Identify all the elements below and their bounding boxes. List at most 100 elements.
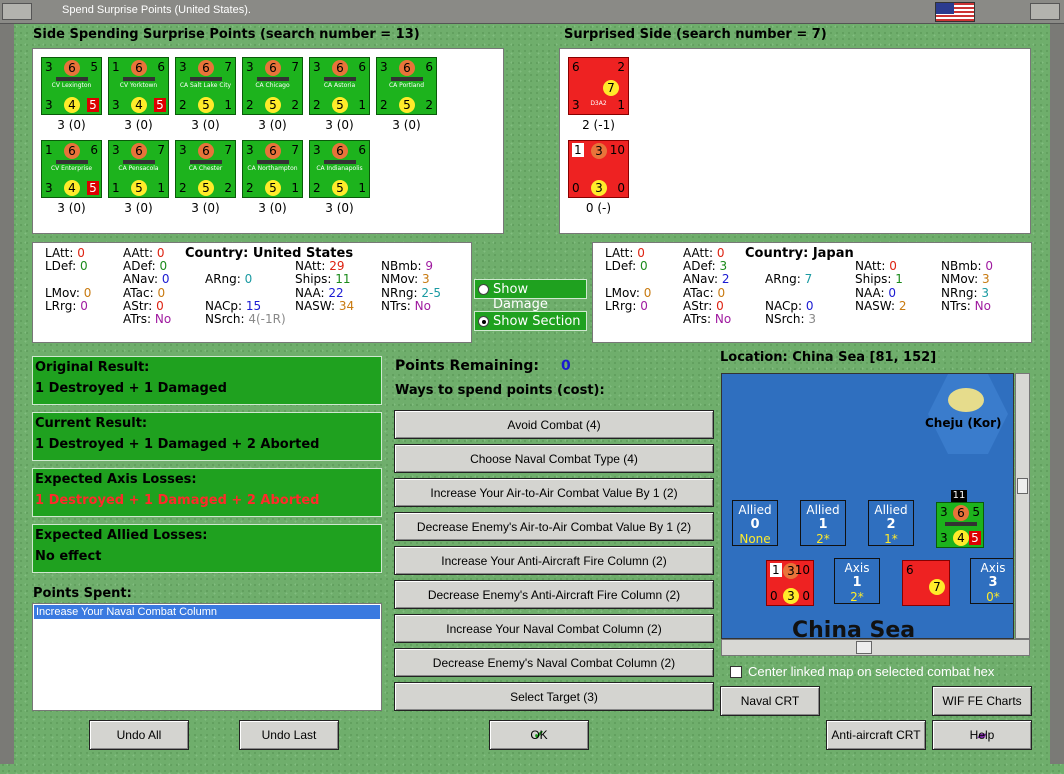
counter-value: 6 (425, 60, 433, 74)
counter-value: 3 (246, 143, 254, 157)
stat-latt: LAtt: 0 (45, 246, 85, 260)
unit-counter[interactable]: 3 7 2 6 CA Chicago 5 2 (242, 57, 303, 115)
spend-option-button[interactable]: Select Target (3) (394, 682, 714, 711)
spend-option-button[interactable]: Decrease Enemy's Naval Combat Column (2) (394, 648, 714, 677)
points-spent-item[interactable]: Increase Your Naval Combat Column (34, 605, 380, 619)
unit-counter[interactable]: 3 6 2 6 CA Astoria 5 1 (309, 57, 370, 115)
ok-button[interactable]: ✔ OK (489, 720, 589, 750)
window-close-button[interactable] (1030, 3, 1060, 20)
stat-label: LAtt: (605, 246, 634, 260)
map-horizontal-scrollbar[interactable] (721, 639, 1030, 656)
show-section-radio[interactable]: Show Section (474, 311, 587, 331)
unit-counter[interactable]: 1 6 3 6 CV Enterprise 4 5 (41, 140, 102, 198)
unit-counter[interactable]: 3 5 3 6 CV Lexington 4 5 (41, 57, 102, 115)
points-spent-list[interactable]: Increase Your Naval Combat Column (32, 603, 382, 711)
stat-value: No (154, 312, 172, 326)
side-spending-header: Side Spending Surprise Points (search nu… (33, 27, 420, 42)
spend-option-button[interactable]: Increase Your Anti-Aircraft Fire Column … (394, 546, 714, 575)
stat-value: 3 (808, 312, 816, 326)
stat-value: 0 (157, 285, 166, 300)
naval-crt-button[interactable]: Naval CRT (720, 686, 820, 716)
stat-value: 2 (898, 298, 907, 313)
axis-combat-box[interactable]: Axis 1 2* (834, 558, 880, 604)
allied-combat-box[interactable]: Allied 2 1* (868, 500, 914, 546)
spend-option-button[interactable]: Avoid Combat (4) (394, 410, 714, 439)
axis-losses-value: 1 Destroyed + 1 Damaged + 2 Aborted (35, 493, 320, 508)
unit-counter[interactable]: 3 7 1 6 CA Pensacola 5 1 (108, 140, 169, 198)
title-bar: Spend Surprise Points (United States). (0, 0, 1064, 24)
anti-aircraft-crt-button[interactable]: Anti-aircraft CRT (826, 720, 926, 750)
enemy-unit-counter[interactable]: 1 10 3 0 3 0 (568, 140, 629, 198)
map-jp-air-counter[interactable]: 67 (902, 560, 950, 606)
map-jp-ship-counter[interactable]: 1 3 10 030 (766, 560, 814, 606)
spend-option-button[interactable]: Choose Naval Combat Type (4) (394, 444, 714, 473)
stat-atac: ATac: 0 (123, 286, 165, 300)
unit-counter[interactable]: 3 7 2 6 CA Northampton 5 1 (242, 140, 303, 198)
spend-option-button[interactable]: Decrease Enemy's Anti-Aircraft Fire Colu… (394, 580, 714, 609)
counter-value: 7 (157, 143, 165, 157)
stat-value: No (974, 298, 991, 313)
stat-lrrg: LRrg: 0 (45, 299, 88, 313)
map-us-stack-counter[interactable]: 365 345 (936, 502, 984, 548)
counter-attack-circle: 6 (265, 143, 281, 159)
hex-name: Cheju (Kor) (925, 416, 1002, 430)
counter-unit-name: CA Indianapolis (316, 165, 363, 172)
counter-move-circle: 4 (64, 97, 80, 113)
stat-label: NMov: (381, 272, 419, 287)
counter-unit-name: CV Yorktown (119, 82, 158, 89)
map-vertical-scrollbar[interactable] (1015, 373, 1030, 639)
unit-counter[interactable]: 3 6 2 6 CA Portland 5 2 (376, 57, 437, 115)
center-linked-checkbox[interactable] (730, 666, 742, 678)
stat-anav: ANav: 0 (123, 272, 170, 286)
counter-unit-name: CA Northampton (247, 165, 298, 172)
undo-all-button[interactable]: Undo All (89, 720, 189, 750)
window-title: Spend Surprise Points (United States). (62, 4, 251, 16)
counter-value: 6 (358, 60, 366, 74)
land-hex (928, 374, 1008, 454)
stat-value: 0 (637, 246, 645, 260)
unit-counter[interactable]: 3 6 2 6 CA Indianapolis 5 1 (309, 140, 370, 198)
stat-label: NTrs: (381, 298, 411, 313)
spend-option-button[interactable]: Increase Your Air-to-Air Combat Value By… (394, 478, 714, 507)
stat-label: LDef: (45, 259, 77, 274)
axis-combat-box[interactable]: Axis 3 0* (970, 558, 1013, 604)
stat-nmov: NMov: 3 (381, 272, 430, 286)
allied-combat-box[interactable]: Allied 0 None (732, 500, 778, 546)
enemy-unit-counter[interactable]: 6 2 D3A2 3 7 1 (568, 57, 629, 115)
stat-value: 0 (716, 246, 725, 260)
stat-value: 0 (985, 259, 994, 274)
counter-value: 0 (617, 181, 625, 195)
spend-option-label: Choose Naval Combat Type (4) (470, 451, 638, 466)
stat-lmov: LMov: 0 (45, 286, 91, 300)
show-damage-radio[interactable]: Show Damage (474, 279, 587, 312)
stat-value: 0 (77, 246, 85, 260)
show-section-label: Show Section (493, 314, 581, 329)
counter-points-label: 3 (0) (124, 118, 153, 132)
undo-last-button[interactable]: Undo Last (239, 720, 339, 750)
box-status: 1* (884, 532, 898, 546)
counter-points-label: 3 (0) (191, 201, 220, 215)
counter-points-label: 2 (-1) (582, 118, 615, 132)
spend-option-label: Increase Your Anti-Aircraft Fire Column … (441, 553, 667, 568)
window-menu-button[interactable] (2, 3, 32, 20)
stat-ldef: LDef: 0 (45, 259, 88, 273)
stat-value: 15 (245, 298, 262, 313)
stat-label: NTrs: (941, 298, 971, 313)
counter-value: 1 (112, 60, 120, 74)
spend-option-button[interactable]: Decrease Enemy's Air-to-Air Combat Value… (394, 512, 714, 541)
ship-silhouette-icon (123, 160, 155, 164)
counter-value: 2 (179, 98, 187, 112)
wif-fe-charts-button[interactable]: WIF FE Charts (932, 686, 1032, 716)
stat-naa: NAA: 0 (855, 286, 896, 300)
unit-counter[interactable]: 1 6 3 6 CV Yorktown 4 5 (108, 57, 169, 115)
allied-combat-box[interactable]: Allied 1 2* (800, 500, 846, 546)
counter-move-circle: 3 (591, 180, 607, 196)
stat-label: ANav: (683, 272, 719, 287)
spend-option-button[interactable]: Increase Your Naval Combat Column (2) (394, 614, 714, 643)
unit-counter[interactable]: 3 7 2 6 CA Salt Lake City 5 1 (175, 57, 236, 115)
unit-counter[interactable]: 3 7 2 6 CA Chester 5 2 (175, 140, 236, 198)
location-map[interactable]: Cheju (Kor) 365 345 11 1 3 10 030 67 China… (721, 373, 1014, 639)
help-button[interactable]: ▰ Help (932, 720, 1032, 750)
center-linked-checkbox-row[interactable]: Center linked map on selected combat hex (728, 662, 1031, 682)
spend-option-label: Select Target (3) (510, 689, 598, 704)
